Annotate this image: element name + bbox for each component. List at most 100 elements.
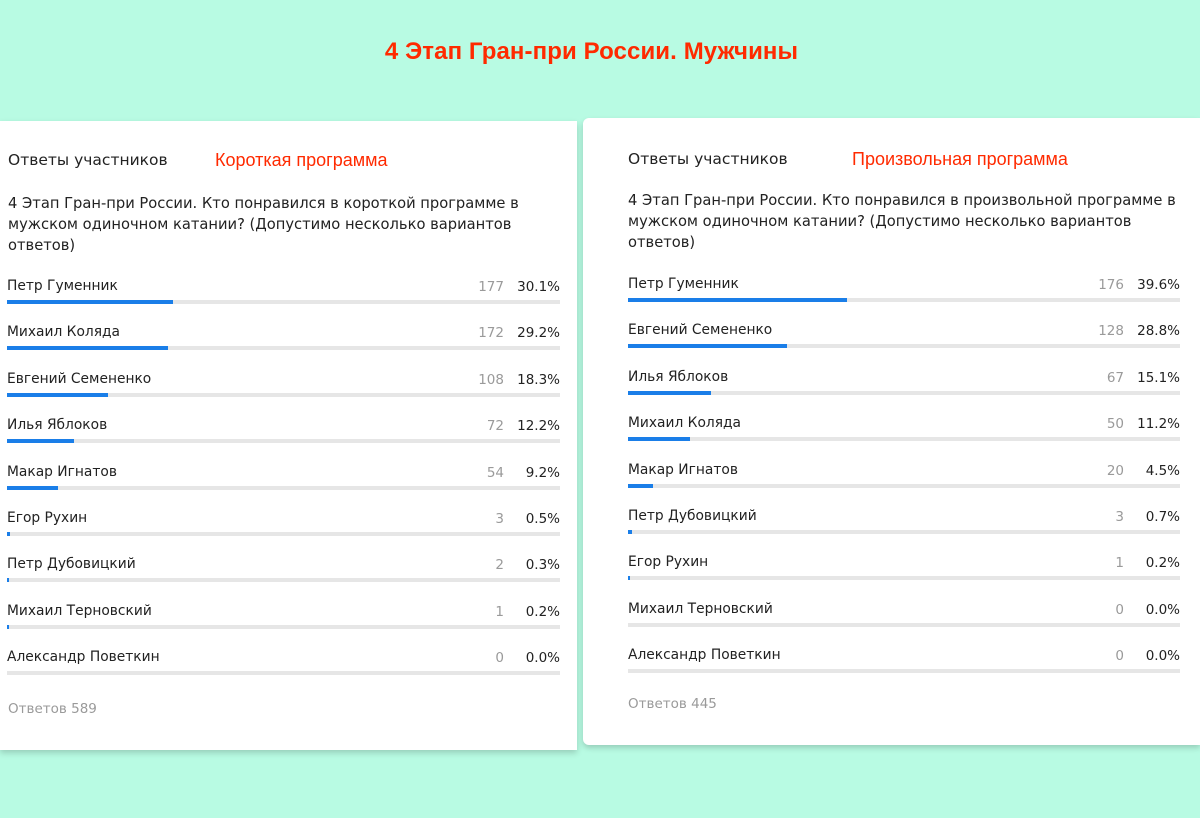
progress-fill: [628, 576, 630, 581]
question-text: 4 Этап Гран-при России. Кто понравился в…: [8, 195, 519, 254]
vote-percent: 29.2%: [517, 325, 560, 342]
vote-count: 67: [1106, 369, 1124, 386]
skater-name: Евгений Семененко: [628, 322, 773, 339]
vote-count: 54: [486, 464, 504, 481]
result-row: Петр Дубовицкий 2 0.3%: [7, 554, 560, 600]
progress-fill: [7, 624, 9, 629]
progress-fill: [7, 392, 109, 397]
progress-fill: [628, 298, 847, 302]
result-row: Егор Рухин 1 0.2%: [628, 552, 1180, 598]
progress-track: [7, 578, 560, 583]
progress-track: [628, 298, 1180, 302]
progress-track: [7, 346, 560, 351]
progress-track: [7, 439, 560, 444]
result-row: Михаил Коляда 172 29.2%: [7, 322, 560, 368]
result-row: Александр Поветкин 0 0.0%: [628, 645, 1180, 691]
vote-count: 172: [478, 325, 504, 342]
progress-fill: [628, 390, 712, 395]
progress-track: [628, 483, 1180, 488]
answers-header: Ответы участников: [628, 150, 788, 168]
vote-percent: 0.2%: [525, 603, 560, 620]
result-row: Евгений Семененко 128 28.8%: [628, 320, 1180, 366]
results-panel-short-program: Ответы участников Короткая программа 4 Э…: [0, 121, 577, 750]
results-list: Петр Гуменник 176 39.6% Евгений Семененко 12…: [628, 274, 1180, 692]
progress-fill: [7, 578, 9, 583]
answers-header: Ответы участников: [8, 151, 168, 169]
vote-count: 176: [1098, 277, 1124, 293]
vote-count: 1: [495, 603, 504, 620]
skater-name: Макар Игнатов: [628, 461, 738, 478]
progress-fill: [7, 300, 174, 304]
result-row: Егор Рухин 3 0.5%: [7, 508, 560, 554]
progress-fill: [7, 439, 75, 444]
skater-name: Михаил Терновский: [7, 602, 152, 619]
program-label: Произвольная программа: [852, 149, 1068, 169]
vote-percent: 0.7%: [1145, 508, 1180, 525]
result-row: Петр Гуменник 177 30.1%: [7, 276, 560, 322]
progress-fill: [7, 485, 58, 490]
result-row: Макар Игнатов 54 9.2%: [7, 462, 560, 508]
progress-track: [628, 437, 1180, 442]
progress-track: [628, 344, 1180, 349]
skater-name: Петр Гуменник: [628, 276, 739, 292]
progress-track: [628, 622, 1180, 627]
result-row: Александр Поветкин 0 0.0%: [7, 647, 560, 693]
vote-count: 177: [478, 279, 504, 295]
result-row: Петр Дубовицкий 3 0.7%: [628, 506, 1180, 552]
answers-total: Ответов 589: [8, 701, 97, 717]
question-text: 4 Этап Гран-при России. Кто понравился в…: [628, 192, 1176, 251]
results-panel-free-program: Ответы участников Произвольная программа…: [583, 118, 1200, 745]
result-row: Макар Игнатов 20 4.5%: [628, 460, 1180, 506]
vote-percent: 15.1%: [1137, 369, 1180, 386]
vote-count: 108: [478, 371, 504, 388]
result-row: Михаил Терновский 1 0.2%: [7, 601, 560, 647]
vote-percent: 0.0%: [1145, 601, 1180, 618]
skater-name: Евгений Семененко: [7, 370, 152, 387]
panel-header: Ответы участников Короткая программа: [8, 150, 577, 175]
vote-percent: 0.0%: [525, 650, 560, 667]
progress-fill: [628, 483, 653, 488]
vote-count: 50: [1106, 416, 1124, 433]
skater-name: Михаил Коляда: [628, 415, 742, 432]
progress-fill: [628, 529, 632, 534]
progress-fill: [628, 344, 787, 349]
progress-track: [7, 392, 560, 397]
vote-count: 0: [1115, 648, 1124, 665]
progress-track: [628, 390, 1180, 395]
skater-name: Илья Яблоков: [628, 368, 729, 385]
vote-percent: 0.2%: [1145, 555, 1180, 572]
result-row: Илья Яблоков 67 15.1%: [628, 367, 1180, 413]
progress-track: [7, 300, 560, 304]
skater-name: Михаил Терновский: [628, 600, 773, 617]
progress-fill: [628, 437, 690, 442]
vote-percent: 28.8%: [1137, 323, 1180, 340]
skater-name: Илья Яблоков: [7, 417, 108, 434]
vote-count: 2: [495, 557, 504, 574]
vote-percent: 0.3%: [525, 557, 560, 574]
vote-count: 72: [486, 418, 504, 435]
vote-percent: 39.6%: [1137, 277, 1180, 293]
vote-percent: 11.2%: [1137, 416, 1180, 433]
panel-header: Ответы участников Произвольная программа: [628, 149, 1200, 174]
progress-track: [628, 529, 1180, 534]
progress-track: [628, 576, 1180, 581]
page-title: 4 Этап Гран-при России. Мужчины: [384, 38, 799, 65]
skater-name: Макар Игнатов: [7, 463, 117, 480]
result-row: Илья Яблоков 72 12.2%: [7, 415, 560, 461]
skater-name: Егор Рухин: [628, 554, 709, 571]
vote-count: 20: [1106, 462, 1124, 479]
vote-percent: 0.5%: [525, 510, 560, 527]
vote-count: 3: [1115, 508, 1124, 525]
skater-name: Александр Поветкин: [628, 647, 781, 664]
answers-total: Ответов 445: [628, 696, 717, 712]
vote-count: 0: [1115, 601, 1124, 618]
progress-track: [7, 485, 560, 490]
skater-name: Михаил Коляда: [7, 324, 121, 341]
vote-percent: 4.5%: [1145, 462, 1180, 479]
skater-name: Александр Поветкин: [7, 649, 160, 666]
vote-percent: 0.0%: [1145, 648, 1180, 665]
result-row: Евгений Семененко 108 18.3%: [7, 369, 560, 415]
progress-track: [628, 669, 1180, 674]
vote-percent: 18.3%: [517, 371, 560, 388]
skater-name: Петр Дубовицкий: [7, 556, 136, 573]
